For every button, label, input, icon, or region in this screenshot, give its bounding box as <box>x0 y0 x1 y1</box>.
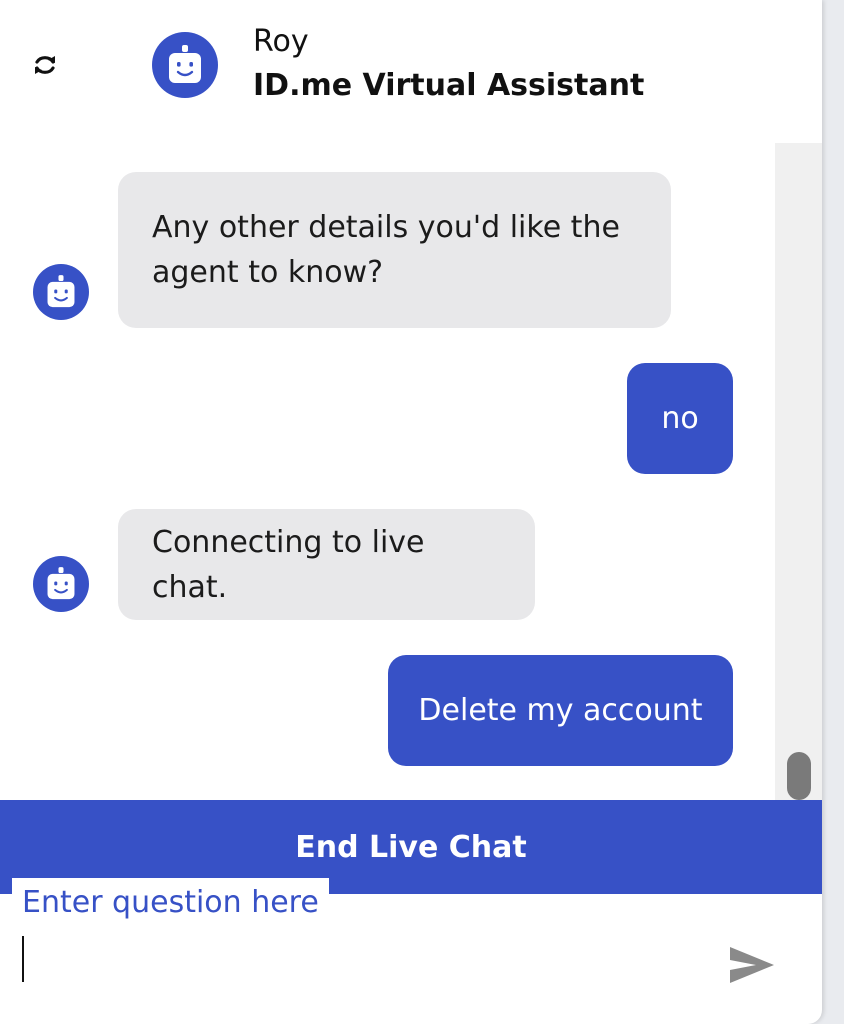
user-message: Delete my account <box>388 655 733 766</box>
send-icon <box>730 947 774 983</box>
assistant-avatar <box>152 32 218 98</box>
send-button[interactable] <box>726 942 778 988</box>
bot-avatar <box>33 556 89 612</box>
user-message: no <box>627 363 733 474</box>
assistant-name: Roy <box>253 24 309 59</box>
robot-icon <box>47 567 75 600</box>
scrollbar-track[interactable] <box>775 143 822 800</box>
bot-message: Connecting to live chat. <box>118 509 535 620</box>
robot-icon <box>169 45 201 83</box>
chat-widget: Roy ID.me Virtual Assistant Any other de… <box>0 0 822 1024</box>
assistant-title: ID.me Virtual Assistant <box>253 68 645 103</box>
question-input[interactable] <box>12 930 702 986</box>
scrollbar-thumb[interactable] <box>787 752 811 800</box>
robot-icon <box>47 275 75 308</box>
question-input-label: Enter question here <box>12 878 329 930</box>
bot-message: Any other details you'd like the agent t… <box>118 172 671 328</box>
bot-avatar <box>33 264 89 320</box>
refresh-button[interactable] <box>28 50 62 80</box>
text-caret <box>22 936 24 982</box>
refresh-icon <box>35 56 55 74</box>
